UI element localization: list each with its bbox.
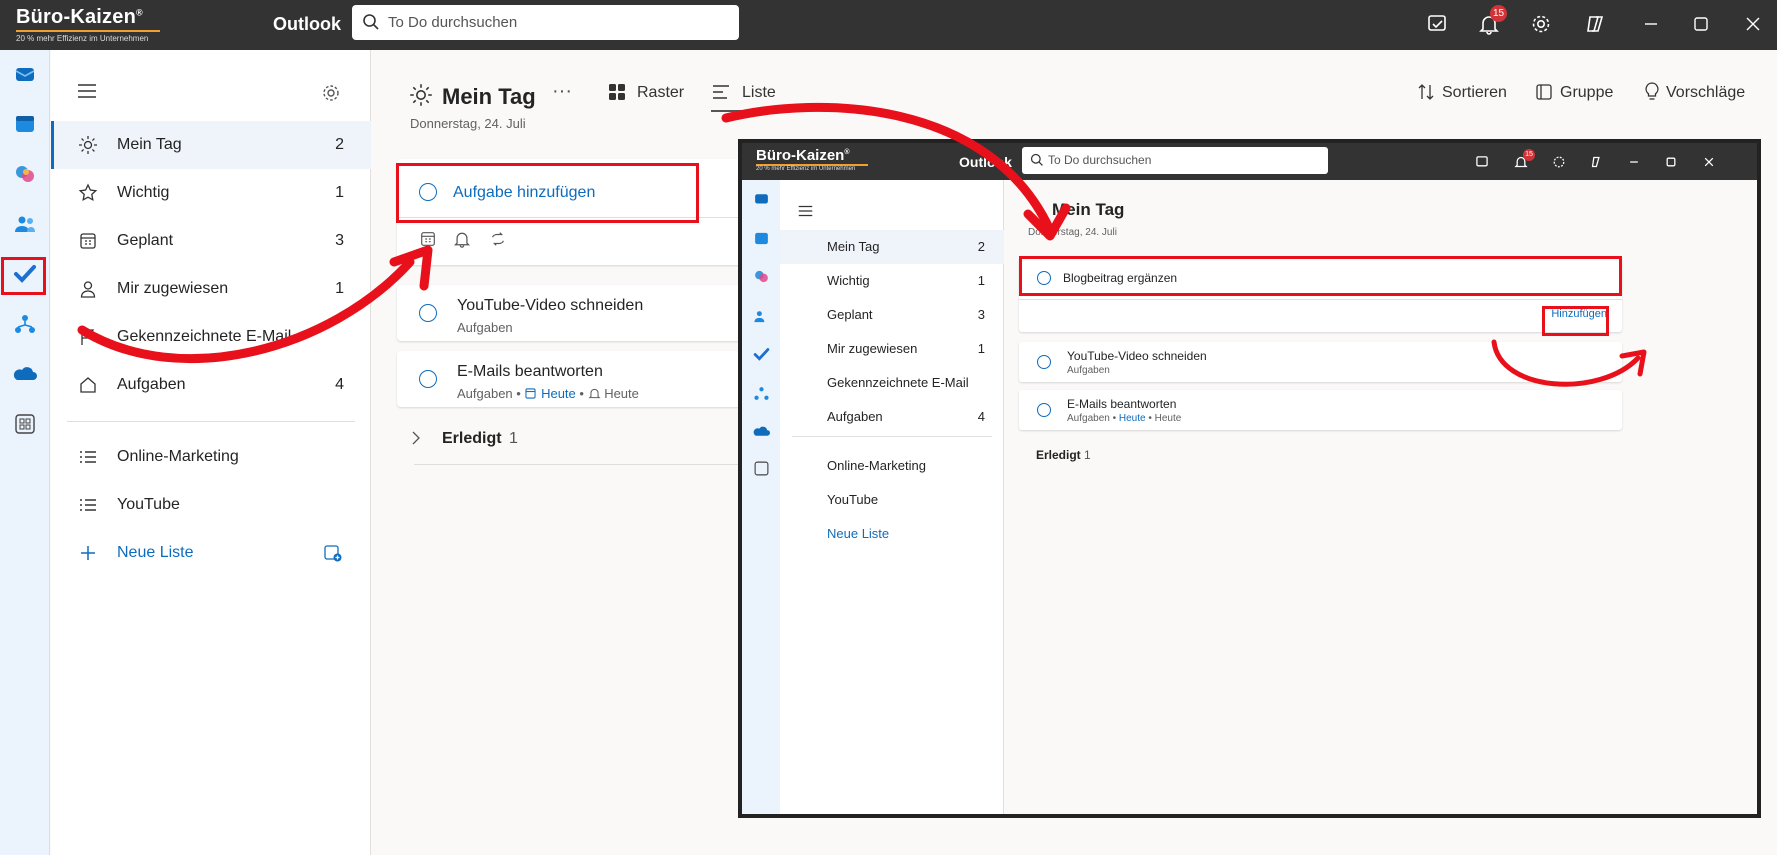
annotation-arrows [77, 102, 1647, 387]
